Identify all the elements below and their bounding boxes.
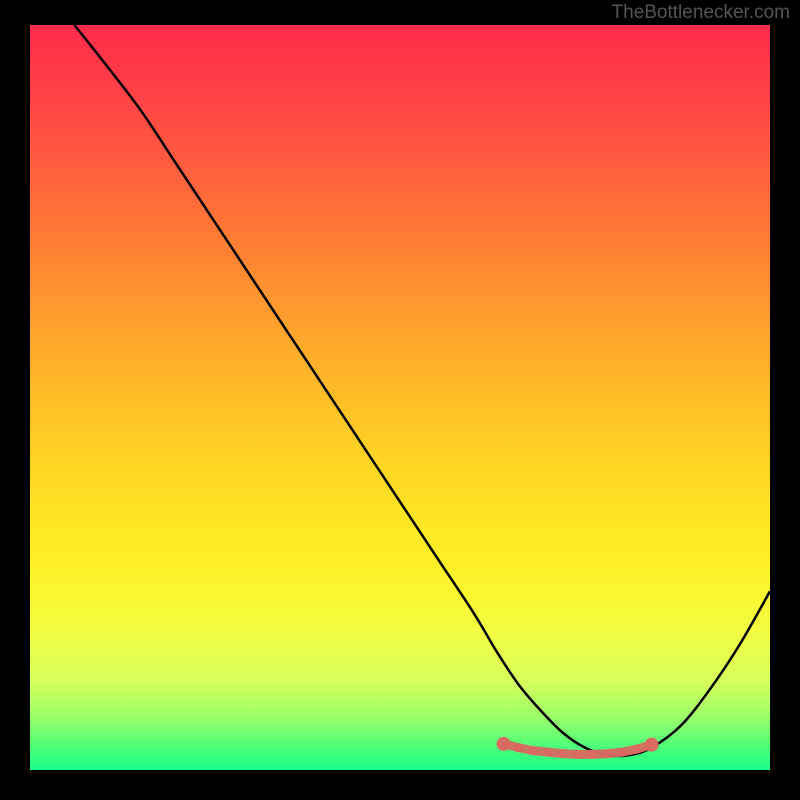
plot-area [30,25,770,770]
watermark-text: TheBottlenecker.com [612,2,790,24]
curve-markers [497,737,659,759]
curve-line [74,25,770,756]
chart-container: TheBottlenecker.com [0,0,800,800]
chart-svg [30,25,770,770]
